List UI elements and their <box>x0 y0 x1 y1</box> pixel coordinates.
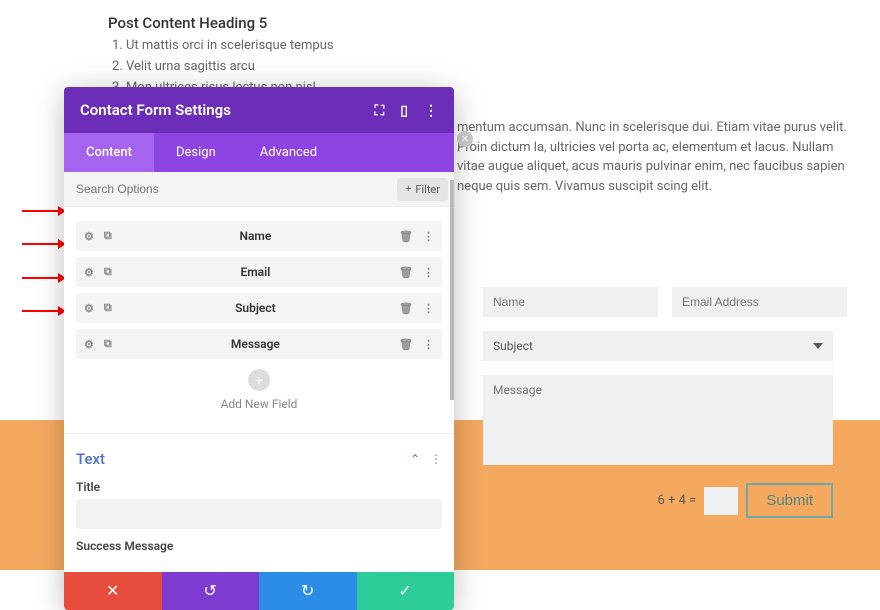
copy-icon[interactable]: ⧉ <box>104 302 112 315</box>
close-icon: ✕ <box>106 581 119 601</box>
text-section: Text ⌃ ⋮ Title Success Message <box>64 444 454 572</box>
submit-button[interactable]: Submit <box>746 483 833 518</box>
dots-icon[interactable]: ⋮ <box>423 338 434 351</box>
trash-icon[interactable]: 🗑 <box>399 302 413 315</box>
panel-footer: ✕ ↺ ↻ ✓ <box>64 572 454 610</box>
message-field[interactable] <box>483 375 833 465</box>
check-icon: ✓ <box>399 581 412 601</box>
dots-icon[interactable]: ⋮ <box>423 230 434 243</box>
scrollbar[interactable] <box>450 180 454 400</box>
plus-icon: + <box>405 183 411 195</box>
search-row: + Filter <box>64 172 454 207</box>
arrow-icon <box>22 310 64 312</box>
list-item: Velit urna sagittis arcu <box>126 57 880 78</box>
dots-icon[interactable]: ⋮ <box>430 452 442 466</box>
tab-advanced[interactable]: Advanced <box>238 133 339 172</box>
name-field[interactable] <box>483 287 658 317</box>
panel-header[interactable]: Contact Form Settings ⛶ ▯ ⋮ <box>64 87 454 133</box>
close-icon[interactable]: ✕ <box>457 131 473 147</box>
field-row-name[interactable]: ⚙ ⧉ Name 🗑 ⋮ <box>76 221 442 251</box>
email-field[interactable] <box>672 287 847 317</box>
arrow-icon <box>22 243 64 245</box>
field-row-message[interactable]: ⚙ ⧉ Message 🗑 ⋮ <box>76 329 442 359</box>
field-label: Subject <box>112 301 399 315</box>
panel-title: Contact Form Settings <box>80 101 231 119</box>
copy-icon[interactable]: ⧉ <box>104 230 112 243</box>
captcha-input[interactable] <box>704 487 738 515</box>
filter-button[interactable]: + Filter <box>397 178 448 201</box>
field-label: Name <box>112 229 399 243</box>
add-field-label: Add New Field <box>76 397 442 411</box>
gear-icon[interactable]: ⚙ <box>84 230 94 243</box>
drag-icon[interactable]: ▯ <box>400 102 408 119</box>
panel-tabs: Content Design Advanced <box>64 133 454 172</box>
dots-icon[interactable]: ⋮ <box>424 102 438 119</box>
subject-select[interactable]: Subject <box>483 331 833 361</box>
captcha-label: 6 + 4 = <box>658 493 697 508</box>
lorem-text: mentum accumsan. Nunc in scelerisque dui… <box>457 118 850 196</box>
list-item: Ut mattis orci in scelerisque tempus <box>126 36 880 57</box>
contact-form-preview: Subject 6 + 4 = Submit <box>483 287 833 518</box>
tab-content[interactable]: Content <box>64 133 154 172</box>
gear-icon[interactable]: ⚙ <box>84 266 94 279</box>
page-title: Post Content Heading 5 <box>108 14 880 32</box>
field-label: Email <box>112 265 399 279</box>
trash-icon[interactable]: 🗑 <box>399 266 413 279</box>
dots-icon[interactable]: ⋮ <box>423 266 434 279</box>
chevron-down-icon <box>813 343 823 349</box>
page-content: Post Content Heading 5 Ut mattis orci in… <box>0 0 880 98</box>
divider <box>64 433 454 434</box>
success-message-label: Success Message <box>76 539 442 553</box>
text-section-title: Text <box>76 450 105 468</box>
text-section-header[interactable]: Text ⌃ ⋮ <box>76 450 442 468</box>
copy-icon[interactable]: ⧉ <box>104 338 112 351</box>
redo-button[interactable]: ↻ <box>259 572 357 610</box>
gear-icon[interactable]: ⚙ <box>84 338 94 351</box>
redo-icon: ↻ <box>301 581 314 601</box>
plus-icon[interactable]: + <box>248 369 270 391</box>
caret-up-icon[interactable]: ⌃ <box>410 452 420 466</box>
field-row-subject[interactable]: ⚙ ⧉ Subject 🗑 ⋮ <box>76 293 442 323</box>
trash-icon[interactable]: 🗑 <box>399 338 413 351</box>
filter-label: Filter <box>415 183 440 196</box>
search-input[interactable] <box>64 172 397 206</box>
field-row-email[interactable]: ⚙ ⧉ Email 🗑 ⋮ <box>76 257 442 287</box>
undo-icon: ↺ <box>204 581 217 601</box>
undo-button[interactable]: ↺ <box>162 572 260 610</box>
expand-icon[interactable]: ⛶ <box>374 102 384 119</box>
trash-icon[interactable]: 🗑 <box>399 230 413 243</box>
cancel-button[interactable]: ✕ <box>64 572 162 610</box>
dots-icon[interactable]: ⋮ <box>423 302 434 315</box>
field-label: Message <box>112 337 399 351</box>
settings-panel: Contact Form Settings ⛶ ▯ ⋮ Content Desi… <box>64 87 454 610</box>
copy-icon[interactable]: ⧉ <box>104 266 112 279</box>
tab-design[interactable]: Design <box>154 133 238 172</box>
arrow-icon <box>22 277 64 279</box>
title-input[interactable] <box>76 499 442 529</box>
fields-list: ⚙ ⧉ Name 🗑 ⋮ ⚙ ⧉ Email 🗑 ⋮ ⚙ ⧉ <box>64 207 454 427</box>
title-label: Title <box>76 480 442 494</box>
arrow-icon <box>22 210 64 212</box>
add-field[interactable]: + Add New Field <box>76 369 442 411</box>
gear-icon[interactable]: ⚙ <box>84 302 94 315</box>
save-button[interactable]: ✓ <box>357 572 455 610</box>
subject-placeholder: Subject <box>493 339 533 353</box>
